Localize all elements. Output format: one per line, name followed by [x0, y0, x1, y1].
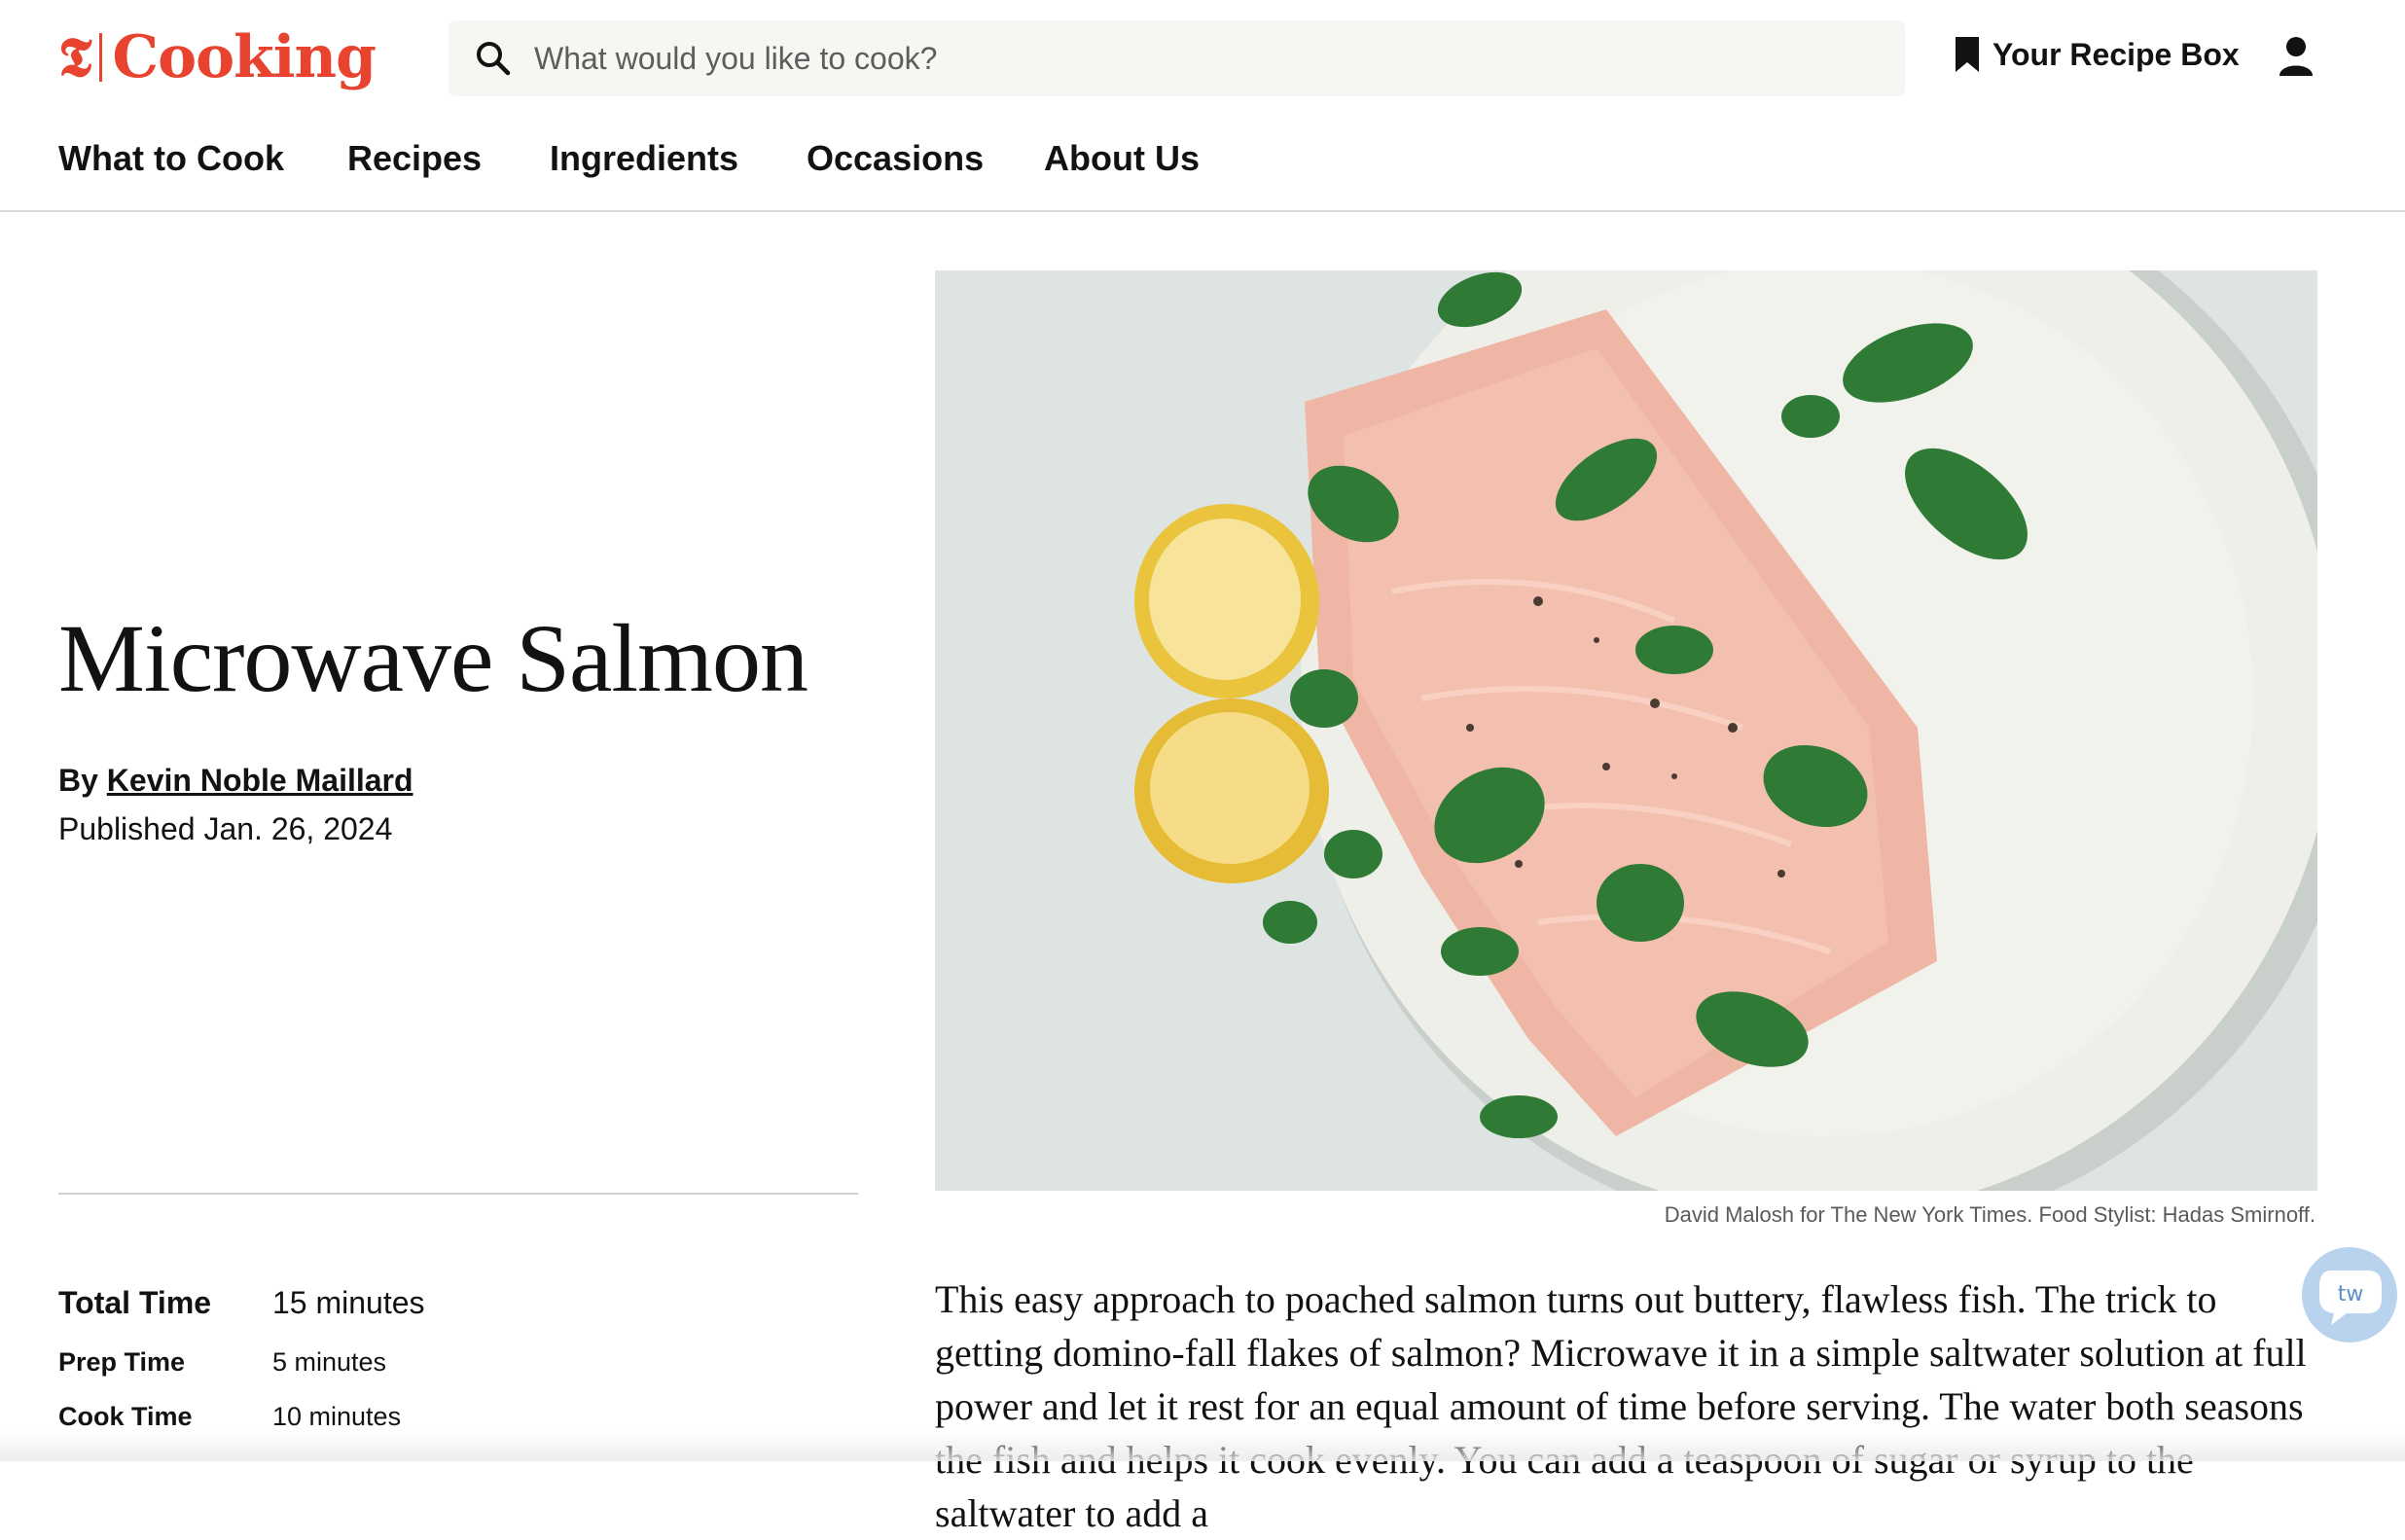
nav-what-to-cook[interactable]: What to Cook [58, 138, 284, 179]
nav-occasions[interactable]: Occasions [807, 138, 984, 179]
logo-wordmark: Cooking [112, 23, 377, 91]
prep-time-label: Prep Time [58, 1347, 186, 1377]
recipe-box-label: Your Recipe Box [1992, 36, 2240, 72]
cook-time-row: Cook Time 10 minutes [58, 1402, 401, 1432]
nyt-cooking-logo[interactable]: 𝕿 Cooking [58, 23, 377, 91]
published-date: Published Jan. 26, 2024 [58, 811, 393, 846]
total-time-label: Total Time [58, 1285, 212, 1320]
section-divider [58, 1193, 858, 1195]
main-nav: What to Cook Recipes Ingredients Occasio… [0, 125, 2405, 212]
bottom-fade [0, 1430, 2405, 1461]
total-time-row: Total Time 15 minutes [58, 1285, 425, 1321]
cook-time-value: 10 minutes [272, 1402, 402, 1431]
logo-divider [99, 33, 103, 82]
byline: By Kevin Noble Maillard [58, 763, 413, 799]
recipe-box-button[interactable]: Your Recipe Box [1954, 33, 2240, 76]
account-icon[interactable] [2277, 35, 2315, 78]
photo-credit: David Malosh for The New York Times. Foo… [1664, 1202, 2315, 1227]
nav-ingredients[interactable]: Ingredients [550, 138, 738, 179]
prep-time-row: Prep Time 5 minutes [58, 1347, 386, 1378]
search-bar[interactable] [449, 20, 1905, 96]
prep-time-value: 5 minutes [272, 1347, 387, 1377]
chat-widget-label: tw [2338, 1282, 2364, 1307]
nav-about-us[interactable]: About Us [1044, 138, 1200, 179]
byline-prefix: By [58, 763, 98, 798]
search-input[interactable] [532, 39, 1879, 78]
nav-recipes[interactable]: Recipes [347, 138, 482, 179]
search-icon[interactable] [474, 39, 513, 78]
cook-time-label: Cook Time [58, 1402, 193, 1431]
bookmark-icon [1956, 37, 1979, 72]
chat-widget-button[interactable]: tw [2302, 1247, 2397, 1343]
top-bar: 𝕿 Cooking Your Recipe Box [0, 0, 2405, 117]
chat-bubble-icon: tw [2319, 1271, 2382, 1325]
recipe-photo [935, 270, 2317, 1191]
salmon-plate-illustration [935, 270, 2317, 1191]
total-time-value: 15 minutes [272, 1285, 425, 1320]
nyt-t-logo-icon: 𝕿 [58, 25, 92, 90]
author-link[interactable]: Kevin Noble Maillard [107, 763, 413, 798]
recipe-title: Microwave Salmon [58, 604, 808, 712]
recipe-intro: This easy approach to poached salmon tur… [935, 1277, 2307, 1535]
